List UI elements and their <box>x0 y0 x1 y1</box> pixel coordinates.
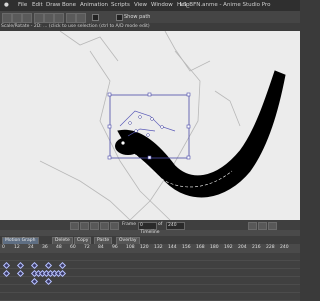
tool-button-6[interactable] <box>54 13 64 23</box>
status-bar: Scale/Rotate - 2D: ... (click to use sel… <box>0 23 300 31</box>
keyframe[interactable] <box>58 269 67 278</box>
frame-ruler[interactable]: 0 12 24 36 48 60 72 84 96 108 120 132 14… <box>0 244 300 253</box>
keyframe[interactable] <box>44 261 53 270</box>
frame-field[interactable]: 0 <box>138 222 157 230</box>
reset-view-button[interactable] <box>268 222 277 230</box>
ruler-tick: 204 <box>238 245 247 250</box>
track-row[interactable] <box>0 261 300 270</box>
ruler-tick: 0 <box>2 245 5 250</box>
timeline-toolbar: Motion Graph Delete Copy Paste Overlay <box>0 236 300 245</box>
track-row[interactable] <box>0 269 300 278</box>
ruler-tick: 12 <box>14 245 20 250</box>
tool-button-7[interactable] <box>66 13 76 23</box>
canvas-artwork <box>39 31 286 220</box>
prev-frame-button[interactable] <box>80 222 89 230</box>
ruler-tick: 96 <box>112 245 118 250</box>
ruler-tick: 120 <box>140 245 149 250</box>
tool-button-4[interactable] <box>34 13 44 23</box>
apple-menu-icon[interactable]: ● <box>4 2 9 8</box>
menu-bone[interactable]: Bone <box>62 2 76 8</box>
stroke-head[interactable] <box>115 137 141 155</box>
keyframe[interactable] <box>58 261 67 270</box>
track-row[interactable] <box>0 285 300 293</box>
ruler-tick: 48 <box>56 245 62 250</box>
keyframe[interactable] <box>30 261 39 270</box>
ruler-tick: 156 <box>182 245 191 250</box>
ruler-tick: 192 <box>224 245 233 250</box>
tool-button-8[interactable] <box>76 13 86 23</box>
ruler-tick: 132 <box>154 245 163 250</box>
ruler-tick: 180 <box>210 245 219 250</box>
ruler-tick: 24 <box>28 245 34 250</box>
ruler-tick: 84 <box>98 245 104 250</box>
keyframe[interactable] <box>2 261 11 270</box>
menu-file[interactable]: File <box>18 2 27 8</box>
tool-options-bar: Show path <box>0 11 300 23</box>
timeline-tracks[interactable] <box>0 253 300 301</box>
end-frame-field[interactable]: 240 <box>166 222 185 230</box>
drawing-canvas[interactable] <box>0 31 300 220</box>
ruler-tick: 60 <box>70 245 76 250</box>
ruler-tick: 144 <box>168 245 177 250</box>
ruler-tick: 228 <box>266 245 275 250</box>
menu-view[interactable]: View <box>134 2 147 8</box>
menu-animation[interactable]: Animation <box>80 2 108 8</box>
of-label: of <box>158 222 163 227</box>
tool-button-2[interactable] <box>12 13 22 23</box>
ruler-tick: 36 <box>42 245 48 250</box>
keyframe[interactable] <box>44 277 53 286</box>
frame-label: Frame <box>122 222 137 227</box>
keyframe[interactable] <box>16 269 25 278</box>
keyframe[interactable] <box>2 269 11 278</box>
show-path-checkbox[interactable] <box>116 14 123 21</box>
status-text: Scale/Rotate - 2D: ... (click to use sel… <box>1 24 150 29</box>
menu-scripts[interactable]: Scripts <box>111 2 130 8</box>
show-path-label: Show path <box>124 14 151 20</box>
zoom-button[interactable] <box>248 222 257 230</box>
next-frame-button[interactable] <box>100 222 109 230</box>
ruler-tick: 72 <box>84 245 90 250</box>
playback-bar: Frame 0 of 240 <box>0 220 300 230</box>
window-title: LS_BFN.anme - Anime Studio Pro <box>180 2 271 8</box>
menu-edit[interactable]: Edit <box>32 2 43 8</box>
tool-button-1[interactable] <box>2 13 12 23</box>
play-button[interactable] <box>90 222 99 230</box>
track-row[interactable] <box>0 253 300 261</box>
pan-button[interactable] <box>258 222 267 230</box>
ruler-tick: 240 <box>280 245 289 250</box>
keyframe[interactable] <box>16 261 25 270</box>
black-stroke-shape[interactable] <box>117 70 286 198</box>
tool-button-5[interactable] <box>44 13 54 23</box>
menu-draw[interactable]: Draw <box>46 2 60 8</box>
tool-button-3[interactable] <box>22 13 32 23</box>
last-frame-button[interactable] <box>110 222 119 230</box>
first-frame-button[interactable] <box>70 222 79 230</box>
keyframe[interactable] <box>30 277 39 286</box>
show-curve-checkbox[interactable] <box>92 14 99 21</box>
eye-dot <box>121 141 125 145</box>
ruler-tick: 216 <box>252 245 261 250</box>
ruler-tick: 168 <box>196 245 205 250</box>
track-row[interactable] <box>0 277 300 286</box>
ruler-tick: 108 <box>126 245 135 250</box>
menu-window[interactable]: Window <box>151 2 173 8</box>
